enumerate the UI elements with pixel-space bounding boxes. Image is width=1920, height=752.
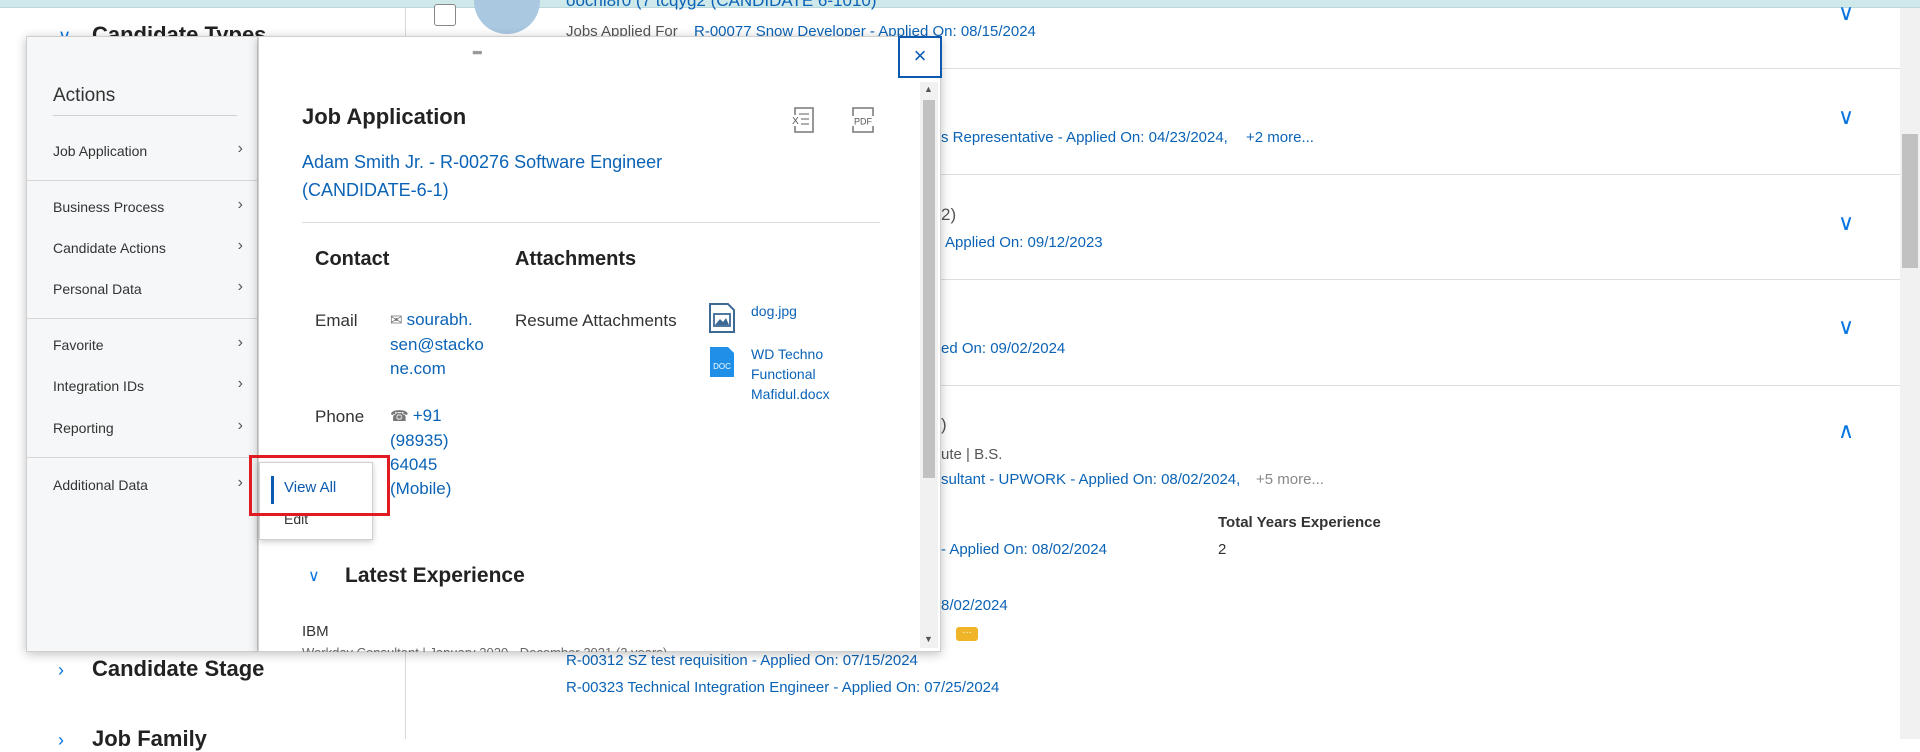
contact-heading: Contact [315, 248, 390, 270]
chevron-right-icon: › [58, 730, 64, 750]
total-years-label: Total Years Experience [1218, 514, 1381, 531]
svg-text:X: X [792, 116, 799, 127]
requisition-link[interactable]: R-00312 SZ test requisition - Applied On… [566, 652, 918, 669]
phone-label: Phone [315, 407, 365, 426]
popup-title: Job Application [302, 104, 467, 129]
actions-panel: Actions Job Application › Business Proces… [26, 36, 258, 652]
candidate-link[interactable]: Adam Smith Jr. - R-00276 Software Engine… [302, 148, 732, 204]
attachments-heading: Attachments [515, 248, 637, 270]
action-integration-ids[interactable]: Integration IDs › [53, 375, 243, 394]
applied-link[interactable]: Applied On: 09/12/2023 [945, 234, 1103, 251]
candidate-name-link[interactable]: oochi8r0 (7 tcqyg2 (CANDIDATE 6-1010) [566, 0, 877, 11]
action-additional-data[interactable]: Additional Data › [53, 474, 243, 493]
svg-text:PDF: PDF [854, 117, 873, 127]
applied-link[interactable]: sultant - UPWORK - Applied On: 08/02/202… [941, 471, 1240, 488]
scrollbar-thumb[interactable] [1902, 134, 1918, 268]
applied-link[interactable]: - Applied On: 08/02/2024 [941, 541, 1107, 558]
scroll-down-icon[interactable]: ▼ [924, 634, 933, 644]
chevron-right-icon: › [237, 375, 243, 392]
pdf-export-icon[interactable]: PDF [848, 105, 878, 135]
highlight-box [249, 455, 390, 516]
popup-divider [302, 222, 880, 223]
resume-attachments-label: Resume Attachments [515, 311, 677, 330]
action-business-process[interactable]: Business Process › [53, 196, 243, 215]
actions-divider [27, 457, 257, 458]
total-years-value: 2 [1218, 541, 1227, 558]
phone-icon: ☎ [390, 408, 409, 425]
email-label: Email [315, 311, 358, 330]
chevron-right-icon: › [237, 237, 243, 254]
scroll-up-icon[interactable]: ▲ [924, 84, 933, 94]
page-scrollbar[interactable] [1900, 8, 1920, 739]
attachment-link[interactable]: WD Techno Functional Mafidul.docx [751, 344, 830, 404]
more-badge[interactable]: ··· [956, 627, 978, 641]
chevron-right-icon: › [237, 140, 243, 157]
image-file-icon [708, 302, 735, 333]
chevron-right-icon: › [237, 474, 243, 491]
action-job-application[interactable]: Job Application › [53, 140, 243, 159]
avatar [474, 0, 540, 34]
candidate-name-fragment: 2) [941, 205, 957, 224]
email-value[interactable]: ✉ sourabh. sen@stacko ne.com [390, 308, 490, 381]
chevron-down-icon[interactable]: ∨ [1838, 104, 1854, 130]
more-link[interactable]: +2 more... [1246, 129, 1314, 146]
action-candidate-actions[interactable]: Candidate Actions › [53, 237, 243, 256]
experience-company: IBM [302, 623, 329, 640]
chevron-right-icon: › [237, 334, 243, 351]
actions-divider [27, 180, 257, 181]
scrollbar-thumb[interactable] [923, 100, 935, 478]
chevron-up-icon[interactable]: ∧ [1838, 418, 1854, 444]
experience-detail: Workday Consultant | January 2020 - Dece… [302, 645, 742, 652]
chevron-right-icon: › [237, 417, 243, 434]
actions-divider [53, 115, 237, 116]
facet-job-family[interactable]: › Job Family [58, 726, 207, 752]
education-text: ute | B.S. [941, 446, 1003, 463]
actions-divider [27, 318, 257, 319]
drag-handle-icon[interactable]: ••• [472, 44, 483, 60]
latest-experience-heading[interactable]: Latest Experience [345, 564, 525, 588]
pdf-icon: PDF [850, 107, 876, 133]
chevron-down-icon[interactable]: ∨ [308, 566, 320, 586]
excel-icon: X [790, 107, 814, 133]
phone-value[interactable]: ☎ +91 (98935) 64045 (Mobile) [390, 404, 490, 501]
action-favorite[interactable]: Favorite › [53, 334, 243, 353]
candidate-name-fragment: ) [941, 415, 947, 434]
email-icon: ✉ [390, 312, 403, 329]
svg-text:DOC: DOC [713, 362, 731, 371]
chevron-down-icon[interactable]: ∨ [1838, 210, 1854, 236]
more-link[interactable]: +5 more... [1256, 471, 1324, 488]
chevron-right-icon: › [237, 196, 243, 213]
actions-title: Actions [53, 85, 116, 106]
top-accent-bar [0, 0, 1920, 8]
doc-file-icon: DOC [708, 345, 734, 377]
chevron-down-icon[interactable]: ∨ [1838, 0, 1854, 26]
attachment-link[interactable]: dog.jpg [751, 301, 797, 321]
chevron-right-icon: › [237, 278, 243, 295]
popup-scrollbar[interactable]: ▲ ▼ [920, 82, 938, 648]
chevron-down-icon[interactable]: ∨ [1838, 314, 1854, 340]
action-reporting[interactable]: Reporting › [53, 417, 243, 436]
applied-link[interactable]: 8/02/2024 [941, 597, 1008, 614]
action-personal-data[interactable]: Personal Data › [53, 278, 243, 297]
close-button[interactable]: × [898, 36, 942, 78]
excel-export-icon[interactable]: X [788, 105, 818, 135]
requisition-link[interactable]: R-00323 Technical Integration Engineer -… [566, 679, 999, 696]
chevron-right-icon: › [58, 660, 64, 680]
applied-link[interactable]: s Representative - Applied On: 04/23/202… [941, 129, 1228, 146]
row-checkbox[interactable] [434, 4, 456, 26]
applied-link[interactable]: ed On: 09/02/2024 [941, 340, 1065, 357]
facet-candidate-stage[interactable]: › Candidate Stage [58, 656, 264, 682]
